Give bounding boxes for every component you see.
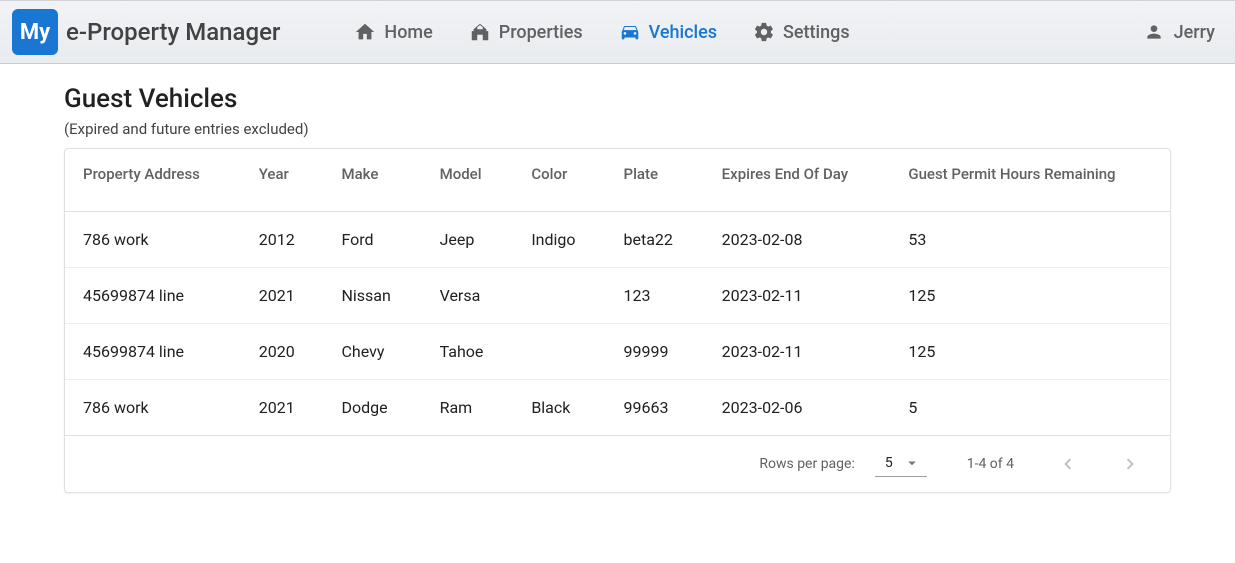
cell-year: 2012 (241, 212, 324, 268)
table-row[interactable]: 786 work2021DodgeRamBlack996632023-02-06… (65, 380, 1170, 436)
user-name: Jerry (1174, 22, 1215, 43)
cell-make: Dodge (323, 380, 421, 436)
cell-hours: 125 (890, 324, 1170, 380)
logo-badge: My (12, 9, 58, 55)
cell-plate: 123 (606, 268, 704, 324)
main-nav: Home Properties Vehicles Settings (340, 11, 863, 53)
col-plate[interactable]: Plate (606, 149, 704, 212)
cell-hours: 5 (890, 380, 1170, 436)
page-content: Guest Vehicles (Expired and future entri… (0, 64, 1235, 513)
col-property-address[interactable]: Property Address (65, 149, 241, 212)
user-menu[interactable]: Jerry (1144, 22, 1215, 43)
col-color[interactable]: Color (513, 149, 605, 212)
col-make[interactable]: Make (323, 149, 421, 212)
pager (1054, 450, 1144, 478)
brand-name[interactable]: e-Property Manager (66, 18, 280, 46)
top-bar: My e-Property Manager Home Properties Ve… (0, 0, 1235, 64)
cell-property-address: 45699874 line (65, 324, 241, 380)
vehicles-card: Property Address Year Make Model Color P… (64, 148, 1171, 493)
cell-property-address: 786 work (65, 380, 241, 436)
col-hours[interactable]: Guest Permit Hours Remaining (890, 149, 1170, 212)
table-footer: Rows per page: 5 1-4 of 4 (65, 436, 1170, 492)
cell-model: Ram (422, 380, 514, 436)
nav-properties[interactable]: Properties (455, 11, 597, 53)
nav-settings-label: Settings (783, 22, 850, 43)
cell-color (513, 324, 605, 380)
cell-make: Ford (323, 212, 421, 268)
user-icon (1144, 22, 1164, 42)
cell-plate: 99999 (606, 324, 704, 380)
cell-plate: beta22 (606, 212, 704, 268)
table-row[interactable]: 786 work2012FordJeepIndigobeta222023-02-… (65, 212, 1170, 268)
rows-per-page-select[interactable]: 5 (875, 452, 927, 477)
cell-property-address: 786 work (65, 212, 241, 268)
rows-per-page-value: 5 (885, 455, 893, 471)
cell-expires: 2023-02-11 (704, 268, 891, 324)
gear-icon (753, 21, 775, 43)
nav-home[interactable]: Home (340, 11, 446, 53)
rows-per-page: Rows per page: 5 (759, 452, 926, 477)
cell-expires: 2023-02-08 (704, 212, 891, 268)
cell-property-address: 45699874 line (65, 268, 241, 324)
nav-vehicles[interactable]: Vehicles (605, 11, 731, 53)
page-title: Guest Vehicles (64, 84, 1171, 114)
next-page-button[interactable] (1116, 450, 1144, 478)
cell-model: Versa (422, 268, 514, 324)
chevron-right-icon (1119, 453, 1141, 475)
home-icon (354, 21, 376, 43)
cell-make: Chevy (323, 324, 421, 380)
chevron-left-icon (1057, 453, 1079, 475)
page-subtitle: (Expired and future entries excluded) (64, 120, 1171, 138)
table-header-row: Property Address Year Make Model Color P… (65, 149, 1170, 212)
cell-hours: 125 (890, 268, 1170, 324)
table-row[interactable]: 45699874 line2020ChevyTahoe 999992023-02-… (65, 324, 1170, 380)
cell-hours: 53 (890, 212, 1170, 268)
cell-color (513, 268, 605, 324)
rows-per-page-label: Rows per page: (759, 456, 854, 472)
cell-expires: 2023-02-11 (704, 324, 891, 380)
properties-icon (469, 21, 491, 43)
car-icon (619, 21, 641, 43)
col-expires[interactable]: Expires End Of Day (704, 149, 891, 212)
dropdown-icon (903, 454, 921, 472)
col-model[interactable]: Model (422, 149, 514, 212)
cell-year: 2021 (241, 268, 324, 324)
vehicles-table: Property Address Year Make Model Color P… (65, 149, 1170, 436)
cell-model: Jeep (422, 212, 514, 268)
cell-plate: 99663 (606, 380, 704, 436)
cell-year: 2021 (241, 380, 324, 436)
pagination-range: 1-4 of 4 (967, 456, 1014, 472)
col-year[interactable]: Year (241, 149, 324, 212)
cell-make: Nissan (323, 268, 421, 324)
cell-model: Tahoe (422, 324, 514, 380)
prev-page-button[interactable] (1054, 450, 1082, 478)
cell-year: 2020 (241, 324, 324, 380)
cell-color: Indigo (513, 212, 605, 268)
nav-vehicles-label: Vehicles (649, 22, 717, 43)
nav-settings[interactable]: Settings (739, 11, 864, 53)
nav-home-label: Home (384, 22, 432, 43)
table-row[interactable]: 45699874 line2021NissanVersa 1232023-02-1… (65, 268, 1170, 324)
cell-color: Black (513, 380, 605, 436)
cell-expires: 2023-02-06 (704, 380, 891, 436)
nav-properties-label: Properties (499, 22, 583, 43)
logo-text: My (20, 20, 50, 45)
